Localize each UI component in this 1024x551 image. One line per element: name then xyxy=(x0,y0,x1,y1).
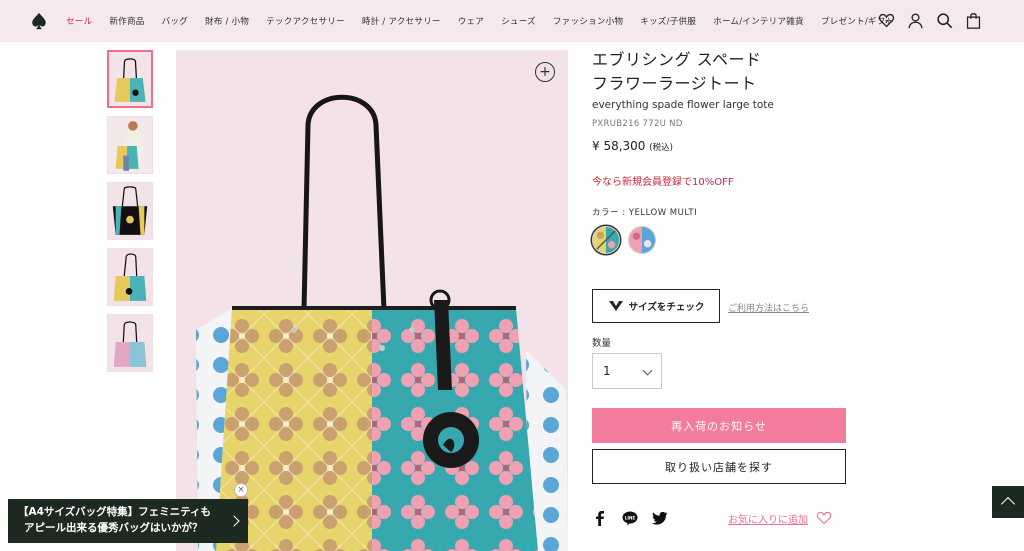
thumbnail-1[interactable] xyxy=(107,50,153,108)
bag-back-thumbnail xyxy=(108,315,152,371)
price-value: ¥ 58,300 xyxy=(592,139,646,153)
main-product-image[interactable]: + xyxy=(176,50,568,551)
banner-line-1: 【A4サイズバッグ特集】フェミニティも xyxy=(18,506,211,518)
color-label: カラー : YELLOW MULTI xyxy=(592,208,698,218)
pink-multi-pattern-icon xyxy=(629,227,655,253)
swatch-pink-multi[interactable] xyxy=(628,226,656,254)
thumbnail-5[interactable] xyxy=(107,314,153,372)
account-icon[interactable] xyxy=(907,12,924,29)
close-icon[interactable]: × xyxy=(234,483,248,497)
model-carrying-bag-thumbnail xyxy=(108,117,152,173)
restock-notify-button[interactable]: 再入荷のお知らせ xyxy=(592,408,846,443)
bag-side-thumbnail xyxy=(108,249,152,305)
product-info: エブリシング スペード フラワーラージトート everything spade … xyxy=(592,48,852,526)
how-to-use-link[interactable]: ご利用方法はこちら xyxy=(728,301,809,314)
size-check-label: サイズをチェック xyxy=(628,302,705,313)
quantity-label: 数量 xyxy=(592,338,612,349)
product-title: エブリシング スペード フラワーラージトート xyxy=(592,48,852,96)
chevron-down-icon xyxy=(642,365,653,376)
nav-item-tech-accessories[interactable]: テックアクセサリー xyxy=(266,15,345,27)
nav-item-shoes[interactable]: シューズ xyxy=(501,15,536,27)
product-subtitle: everything spade flower large tote xyxy=(592,99,774,111)
find-store-button[interactable]: 取り扱い店舗を探す xyxy=(592,449,846,484)
yellow-multi-pattern-icon xyxy=(593,227,619,253)
main-menu: セール 新作商品 バッグ 財布 / 小物 テックアクセサリー 時計 / アクセサ… xyxy=(66,0,911,42)
bag-interior-thumbnail xyxy=(108,183,152,239)
thumbnail-3[interactable] xyxy=(107,182,153,240)
product-title-line-1: エブリシング スペード xyxy=(592,50,762,69)
heart-icon xyxy=(816,511,832,525)
favorites-link-label: お気に入りに追加 xyxy=(728,514,808,526)
banner-line-2: アピール出来る優秀バッグはいかが？ xyxy=(24,522,203,534)
nav-item-sale[interactable]: セール xyxy=(66,15,92,27)
member-discount-promo: 今なら新規会員登録で10%OFF xyxy=(592,177,734,188)
nav-item-wallets[interactable]: 財布 / 小物 xyxy=(205,15,249,27)
bag-front-thumbnail xyxy=(109,52,151,106)
bag-feature-promo-banner[interactable]: 【A4サイズバッグ特集】フェミニティも アピール出来る優秀バッグはいかが？ xyxy=(8,499,248,543)
twitter-icon[interactable] xyxy=(652,510,668,526)
nav-item-watches-jewelry[interactable]: 時計 / アクセサリー xyxy=(362,15,441,27)
add-to-favorites[interactable]: お気に入りに追加 xyxy=(728,510,832,526)
color-swatches xyxy=(592,226,852,254)
price-tax-note: (税込) xyxy=(649,143,673,153)
size-check-button[interactable]: サイズをチェック xyxy=(592,289,720,323)
virtusize-logo-icon xyxy=(608,301,623,311)
cart-bag-icon[interactable] xyxy=(965,12,982,29)
swatch-yellow-multi[interactable] xyxy=(592,226,620,254)
nav-item-home[interactable]: ホーム/インテリア雑貨 xyxy=(713,15,804,27)
zoom-in-button[interactable]: + xyxy=(535,62,555,82)
search-icon[interactable] xyxy=(936,12,953,29)
quantity-value: 1 xyxy=(603,364,611,378)
wishlist-heart-icon[interactable] xyxy=(878,12,895,29)
nav-item-kids[interactable]: キッズ/子供服 xyxy=(640,15,696,27)
product-price: ¥ 58,300 (税込) xyxy=(592,139,852,153)
product-sku: PXRUB216 772U ND xyxy=(592,119,683,129)
thumbnail-list xyxy=(107,50,153,380)
line-icon[interactable]: LINE xyxy=(622,510,638,526)
header-icons xyxy=(878,12,982,29)
nav-item-new-arrivals[interactable]: 新作商品 xyxy=(109,15,144,27)
nav-item-bags[interactable]: バッグ xyxy=(162,15,188,27)
quantity-select[interactable]: 1 xyxy=(592,353,662,389)
facebook-icon[interactable] xyxy=(592,510,608,526)
top-navigation: セール 新作商品 バッグ 財布 / 小物 テックアクセサリー 時計 / アクセサ… xyxy=(0,0,1024,42)
back-to-top-button[interactable] xyxy=(992,486,1024,518)
nav-item-fashion-accessories[interactable]: ファッション小物 xyxy=(553,15,623,27)
kate-spade-logo-icon[interactable] xyxy=(30,12,48,30)
social-share: LINE xyxy=(592,510,668,526)
tote-bag-illustration xyxy=(196,94,568,551)
thumbnail-2[interactable] xyxy=(107,116,153,174)
thumbnail-4[interactable] xyxy=(107,248,153,306)
product-title-line-2: フラワーラージトート xyxy=(592,74,757,93)
svg-text:LINE: LINE xyxy=(625,516,636,521)
nav-item-wear[interactable]: ウェア xyxy=(458,15,484,27)
